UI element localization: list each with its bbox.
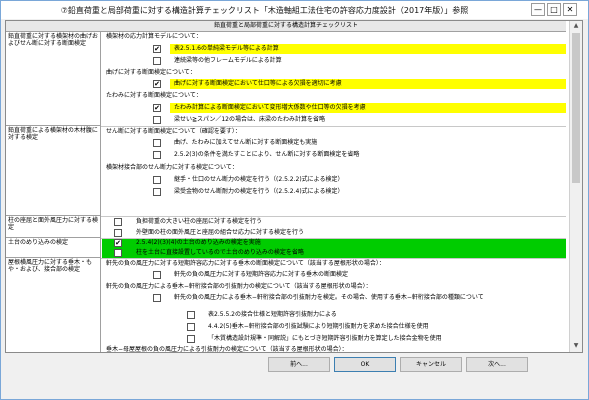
- prev-button[interactable]: 前へ...: [268, 357, 330, 372]
- section-label: 屋根横風圧力に対する垂木・もや・および、接合部の検定: [6, 258, 101, 352]
- vertical-scrollbar[interactable]: ▲ ▼: [569, 21, 582, 352]
- checkbox[interactable]: [153, 116, 161, 124]
- group-heading: 垂木−母屋屋根の負の風圧力による引抜耐力の検定について（該当する屋根形状の場合）…: [106, 346, 348, 353]
- checklist-header: 鉛直荷重と局部荷重に対する構造計算チェックリスト: [6, 21, 566, 32]
- group-heading: 横架材接合部のせん断力に対する検定について：: [106, 164, 238, 171]
- option-label: 負担荷重の大きい柱の座屈に対する検定を行う: [136, 218, 263, 225]
- option-label: 表2.5.5.2の接合仕様と短期許容引抜耐力による: [208, 311, 337, 318]
- checkbox[interactable]: [153, 176, 161, 184]
- next-button[interactable]: 次へ...: [466, 357, 528, 372]
- option-label: 4.4.2(5)垂木−軒桁接合部の引抜試験により短期引抜耐力を求めた接合仕様を使…: [208, 323, 429, 330]
- option-label: 2.5.2(3)の条件を満たすことにより、せん断に対する断面検定を省略: [174, 151, 360, 158]
- group-heading: たわみに対する断面検定について：: [106, 92, 202, 99]
- option-label: 継手・仕口のせん断力の検定を行う（(2.5.2.2)式による検定）: [174, 176, 344, 183]
- group-heading: 軒先の負の風圧力に対する短期許容応力に対する垂木の断面検定について（該当する屋根…: [106, 260, 385, 267]
- option-label: 「木質構造設計規準・同解説」にもとづき短期許容引抜耐力を算定した接合金物を使用: [208, 335, 442, 342]
- scroll-thumb[interactable]: [572, 33, 580, 183]
- option-label: 梁受金物のせん断耐力の検定を行う（(2.5.2.4)式による検定）: [174, 188, 344, 195]
- scroll-down-icon[interactable]: ▼: [571, 341, 581, 351]
- section-label: 土台のめり込みの検定: [6, 238, 101, 258]
- checkbox[interactable]: [187, 311, 195, 319]
- checkbox[interactable]: ✔: [153, 45, 161, 53]
- checkbox[interactable]: [187, 335, 195, 343]
- option-label: 連続梁等の他フレームモデルによる計算: [174, 57, 282, 64]
- checkbox[interactable]: ✔: [114, 239, 122, 247]
- checkbox[interactable]: [114, 249, 122, 257]
- maximize-button[interactable]: □: [547, 3, 561, 16]
- dialog-window: ⑦鉛直荷重と局部荷重に対する構造計算チェックリスト「木造軸組工法住宅の許容応力度…: [0, 0, 589, 400]
- section-label: 柱の座屈と面外風圧力に対する検定: [6, 216, 101, 238]
- checkbox[interactable]: [153, 271, 161, 279]
- option-label: 表2.5.1.6の単純梁モデル等による計算: [174, 45, 279, 52]
- option-label: 2.5.4(2)(3)(4)の土台のめり込みの検定を実施: [136, 239, 261, 246]
- section-label: 鉛直荷重に対する横架材の曲げおよびせん断に対する断面検定: [6, 32, 101, 126]
- option-label: 軒先の負の風圧力に対する短期許容応力に対する垂木の断面検定: [174, 271, 349, 278]
- option-label: 梁せい≧スパン／12の場合は、床梁のたわみ計算を省略: [174, 116, 325, 123]
- title-bar: ⑦鉛直荷重と局部荷重に対する構造計算チェックリスト「木造軸組工法住宅の許容応力度…: [1, 1, 588, 19]
- option-label: 柱を土台に直接設置しているので土台のめり込みの検定を省略: [136, 249, 304, 256]
- option-label: 軒先の負の風圧力による垂木−軒桁接合部の引抜耐力を検定。その場合、使用する垂木−…: [174, 294, 484, 301]
- option-label: 曲げに対する断面検定において仕口等による欠損を適切に考慮: [174, 80, 342, 87]
- group-heading: せん断に対する断面検定について（確認を要す）：: [106, 128, 241, 135]
- checkbox[interactable]: ✔: [153, 104, 161, 112]
- checkbox[interactable]: [153, 151, 161, 159]
- close-button[interactable]: ✕: [563, 3, 577, 16]
- section-label: 鉛直荷重による横架材の木材腹に対する検定: [6, 126, 101, 216]
- group-heading: 曲げに対する断面検定について：: [106, 69, 196, 76]
- checkbox[interactable]: [114, 218, 122, 226]
- checkbox[interactable]: [187, 323, 195, 331]
- window-title: ⑦鉛直荷重と局部荷重に対する構造計算チェックリスト「木造軸組工法住宅の許容応力度…: [60, 6, 469, 15]
- group-heading: 横架材の応力計算モデルについて：: [106, 33, 202, 40]
- cancel-button[interactable]: キャンセル: [400, 357, 462, 372]
- checkbox[interactable]: [153, 139, 161, 147]
- option-label: たわみ計算による断面検定において変形増大係数や仕口等の欠損を考慮: [174, 104, 366, 111]
- scroll-up-icon[interactable]: ▲: [571, 21, 581, 31]
- checklist-panel: 鉛直荷重と局部荷重に対する構造計算チェックリスト 鉛直荷重に対する横架材の曲げお…: [5, 20, 583, 353]
- minimize-button[interactable]: —: [531, 3, 545, 16]
- option-label: 外壁面の柱の面外風圧と座屈の組合せ応力に対する検定を行う: [136, 229, 305, 236]
- checkbox[interactable]: [114, 229, 122, 237]
- ok-button[interactable]: OK: [334, 357, 396, 372]
- checkbox[interactable]: [153, 188, 161, 196]
- option-label: 曲げ、たわみに加えてせん断に対する断面検定も実施: [174, 139, 318, 146]
- checkbox[interactable]: [153, 57, 161, 65]
- checkbox[interactable]: [153, 294, 161, 302]
- group-heading: 軒先の負の風圧力による垂木−軒桁接合部の引抜耐力の検定について（該当する屋根形状…: [106, 283, 372, 290]
- checkbox[interactable]: ✔: [153, 80, 161, 88]
